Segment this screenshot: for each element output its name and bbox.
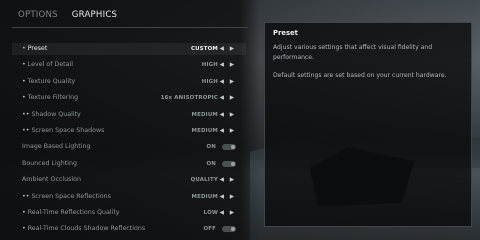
tab-bar: OPTIONS GRAPHICS [18, 10, 117, 20]
setting-row-level-of-detail[interactable]: • Level of Detail HIGH ◀ ▶ [12, 59, 246, 71]
left-right-arrows-icon[interactable]: ◀ ▶ [220, 174, 236, 186]
setting-value: ON [206, 144, 216, 151]
setting-label: • Preset [22, 43, 47, 55]
dependency-marker-icon: • [22, 45, 26, 52]
toggle-knob [231, 145, 235, 150]
left-right-arrows-icon[interactable]: ◀ ▶ [220, 43, 236, 55]
left-right-arrows-icon[interactable]: ◀ ▶ [220, 125, 236, 137]
setting-value: MEDIUM [191, 111, 218, 118]
setting-row-real-time-clouds-shadow-reflections[interactable]: • Real-Time Clouds Shadow Reflections OFF [12, 223, 246, 235]
dependency-marker-icon: • [22, 208, 26, 216]
left-right-arrows-icon[interactable]: ◀ ▶ [220, 92, 236, 104]
setting-label: Ambient Occlusion [22, 174, 81, 186]
setting-label: • Texture Quality [22, 76, 75, 88]
dependency-marker-icon: • [22, 94, 26, 102]
setting-row-bounced-lighting[interactable]: Bounced Lighting ON [12, 158, 246, 170]
setting-row-screen-space-reflections[interactable]: •• Screen Space Reflections MEDIUM ◀ ▶ [12, 191, 246, 203]
setting-row-shadow-quality[interactable]: •• Shadow Quality MEDIUM ◀ ▶ [12, 109, 246, 121]
left-right-arrows-icon[interactable]: ◀ ▶ [220, 191, 236, 203]
graphics-settings-list: • Preset CUSTOM ◀ ▶ • Level of Detail HIGH ◀ ▶ •… [12, 43, 246, 240]
left-right-arrows-icon[interactable]: ◀ ▶ [220, 59, 236, 71]
setting-label: • Real-Time Reflections Quality [22, 207, 120, 219]
setting-label: Image Based Lighting [22, 141, 91, 153]
setting-value: CUSTOM [190, 46, 218, 52]
setting-row-image-based-lighting[interactable]: Image Based Lighting ON [12, 141, 246, 153]
left-right-arrows-icon[interactable]: ◀ ▶ [220, 76, 236, 88]
toggle-knob [231, 227, 235, 232]
setting-label-text: Texture Filtering [27, 94, 79, 102]
tab-graphics[interactable]: GRAPHICS [72, 10, 117, 20]
setting-row-ambient-occlusion[interactable]: Ambient Occlusion QUALITY ◀ ▶ [12, 174, 246, 186]
setting-value: QUALITY [190, 177, 218, 184]
setting-label-text: Real-Time Reflections Quality [27, 208, 120, 216]
setting-label: Bounced Lighting [22, 158, 77, 170]
setting-label-text: Image Based Lighting [22, 143, 91, 151]
setting-label-text: Screen Space Shadows [31, 126, 105, 134]
dependency-marker-icon: • [22, 77, 26, 85]
setting-value: HIGH [201, 78, 218, 85]
setting-value: HIGH [201, 62, 218, 69]
left-right-arrows-icon[interactable]: ◀ ▶ [220, 109, 236, 121]
setting-value: LOW [203, 209, 218, 216]
setting-label: •• Screen Space Reflections [22, 191, 111, 203]
setting-label-text: Shadow Quality [31, 110, 81, 118]
left-right-arrows-icon[interactable]: ◀ ▶ [220, 207, 236, 219]
setting-value: MEDIUM [191, 127, 218, 134]
setting-row-preset[interactable]: • Preset CUSTOM ◀ ▶ [12, 43, 246, 55]
toggle-switch[interactable] [222, 160, 236, 167]
setting-label-text: Screen Space Reflections [31, 192, 111, 200]
setting-row-screen-space-shadows[interactable]: •• Screen Space Shadows MEDIUM ◀ ▶ [12, 125, 246, 137]
description-hardware-note: Default settings are set based on your c… [273, 72, 447, 79]
setting-label: •• Screen Space Shadows [22, 125, 104, 137]
setting-value: MEDIUM [191, 193, 218, 200]
setting-row-real-time-reflections-quality[interactable]: • Real-Time Reflections Quality LOW ◀ ▶ [12, 207, 246, 219]
setting-value: ON [206, 160, 216, 167]
description-panel: Preset Adjust various settings that affe… [264, 22, 472, 227]
setting-label-text: Ambient Occlusion [22, 176, 82, 184]
setting-label-text: Level of Detail [27, 61, 73, 69]
setting-label-text: Texture Quality [27, 77, 76, 85]
setting-label: • Level of Detail [22, 59, 73, 71]
dependency-marker-icon: •• [22, 126, 30, 134]
description-text: Adjust various settings that affect visu… [273, 44, 433, 61]
description-title: Preset [273, 29, 298, 37]
toggle-switch[interactable] [222, 144, 236, 151]
toggle-knob [231, 161, 235, 166]
dependency-marker-icon: • [22, 61, 26, 69]
setting-label-text: Preset [27, 45, 48, 52]
setting-row-texture-quality[interactable]: • Texture Quality HIGH ◀ ▶ [12, 76, 246, 88]
setting-value: 16x ANISOTROPIC [160, 95, 218, 102]
dependency-marker-icon: •• [22, 110, 30, 118]
setting-value: OFF [203, 226, 216, 233]
setting-row-texture-filtering[interactable]: • Texture Filtering 16x ANISOTROPIC ◀ ▶ [12, 92, 246, 104]
dependency-marker-icon: • [22, 225, 26, 233]
setting-label: • Texture Filtering [22, 92, 78, 104]
setting-label-text: Bounced Lighting [22, 159, 77, 167]
setting-label: • Real-Time Clouds Shadow Reflections [22, 223, 145, 235]
description-body: Adjust various settings that affect visu… [273, 43, 463, 89]
toggle-switch[interactable] [222, 226, 236, 233]
tab-options[interactable]: OPTIONS [18, 10, 58, 20]
dependency-marker-icon: •• [22, 192, 30, 200]
tab-divider [12, 27, 248, 28]
setting-label-text: Real-Time Clouds Shadow Reflections [27, 225, 146, 233]
setting-label: •• Shadow Quality [22, 109, 81, 121]
